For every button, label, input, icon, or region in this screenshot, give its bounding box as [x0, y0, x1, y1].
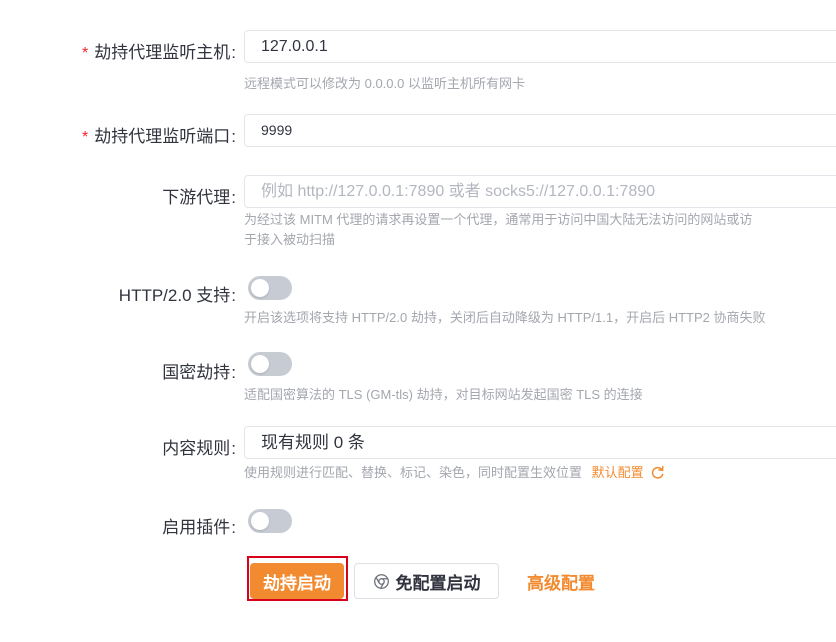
- downstream-help-line2: 于接入被动扫描: [244, 232, 336, 247]
- port-input[interactable]: 9999: [244, 114, 836, 147]
- port-label-text: 劫持代理监听端口: [94, 127, 231, 146]
- plugins-label-text: 启用插件: [162, 518, 231, 537]
- downstream-label-colon: :: [231, 188, 236, 207]
- port-label-colon: :: [231, 127, 236, 146]
- default-config-label: 默认配置: [591, 465, 644, 480]
- downstream-help-line1: 为经过该 MITM 代理的请求再设置一个代理，通常用于访问中国大陆无法访问的网站…: [244, 212, 753, 227]
- downstream-proxy-input[interactable]: 例如 http://127.0.0.1:7890 或者 socks5://127…: [244, 175, 836, 208]
- toggle-knob: [251, 512, 269, 530]
- required-mark: *: [82, 45, 89, 62]
- downstream-label: 下游代理:: [6, 183, 236, 208]
- plugins-label: 启用插件:: [6, 513, 236, 538]
- toggle-knob: [251, 279, 269, 297]
- http2-help: 开启该选项将支持 HTTP/2.0 劫持，关闭后自动降级为 HTTP/1.1，开…: [244, 310, 766, 325]
- rules-input[interactable]: 现有规则 0 条: [244, 426, 836, 459]
- gm-help: 适配国密算法的 TLS (GM-tls) 劫持，对目标网站发起国密 TLS 的连…: [244, 387, 643, 402]
- gm-label-text: 国密劫持: [162, 363, 231, 382]
- rules-help: 使用规则进行匹配、替换、标记、染色，同时配置生效位置 默认配置: [244, 464, 665, 482]
- default-config-link[interactable]: 默认配置: [592, 465, 666, 480]
- host-label-colon: :: [231, 43, 236, 62]
- host-help: 远程模式可以修改为 0.0.0.0 以监听主机所有网卡: [244, 76, 525, 91]
- host-label: * 劫持代理监听主机:: [6, 38, 236, 63]
- hijack-start-button[interactable]: 劫持启动: [250, 563, 344, 599]
- http2-label-text: HTTP/2.0 支持: [118, 286, 231, 305]
- toggle-knob: [251, 355, 269, 373]
- free-config-start-label: 免配置启动: [395, 573, 481, 593]
- gm-toggle[interactable]: [248, 352, 292, 376]
- http2-label: HTTP/2.0 支持:: [6, 281, 236, 306]
- downstream-label-text: 下游代理: [162, 188, 231, 207]
- plugins-toggle[interactable]: [248, 509, 292, 533]
- gm-label: 国密劫持:: [6, 358, 236, 383]
- rules-help-text: 使用规则进行匹配、替换、标记、染色，同时配置生效位置: [244, 465, 583, 480]
- advanced-config-button[interactable]: 高级配置: [516, 563, 606, 599]
- rules-label-colon: :: [231, 439, 236, 458]
- port-label: * 劫持代理监听端口:: [6, 122, 236, 147]
- http2-label-colon: :: [231, 286, 236, 305]
- free-config-start-button[interactable]: 免配置启动: [354, 563, 499, 599]
- chrome-icon: [373, 573, 389, 589]
- plugins-label-colon: :: [231, 518, 236, 537]
- gm-label-colon: :: [231, 363, 236, 382]
- host-label-text: 劫持代理监听主机: [94, 43, 231, 62]
- http2-toggle[interactable]: [248, 276, 292, 300]
- host-input[interactable]: 127.0.0.1: [244, 30, 836, 63]
- rules-label-text: 内容规则: [162, 439, 231, 458]
- required-mark: *: [82, 129, 89, 146]
- rules-label: 内容规则:: [6, 434, 236, 459]
- reset-icon: [652, 465, 664, 479]
